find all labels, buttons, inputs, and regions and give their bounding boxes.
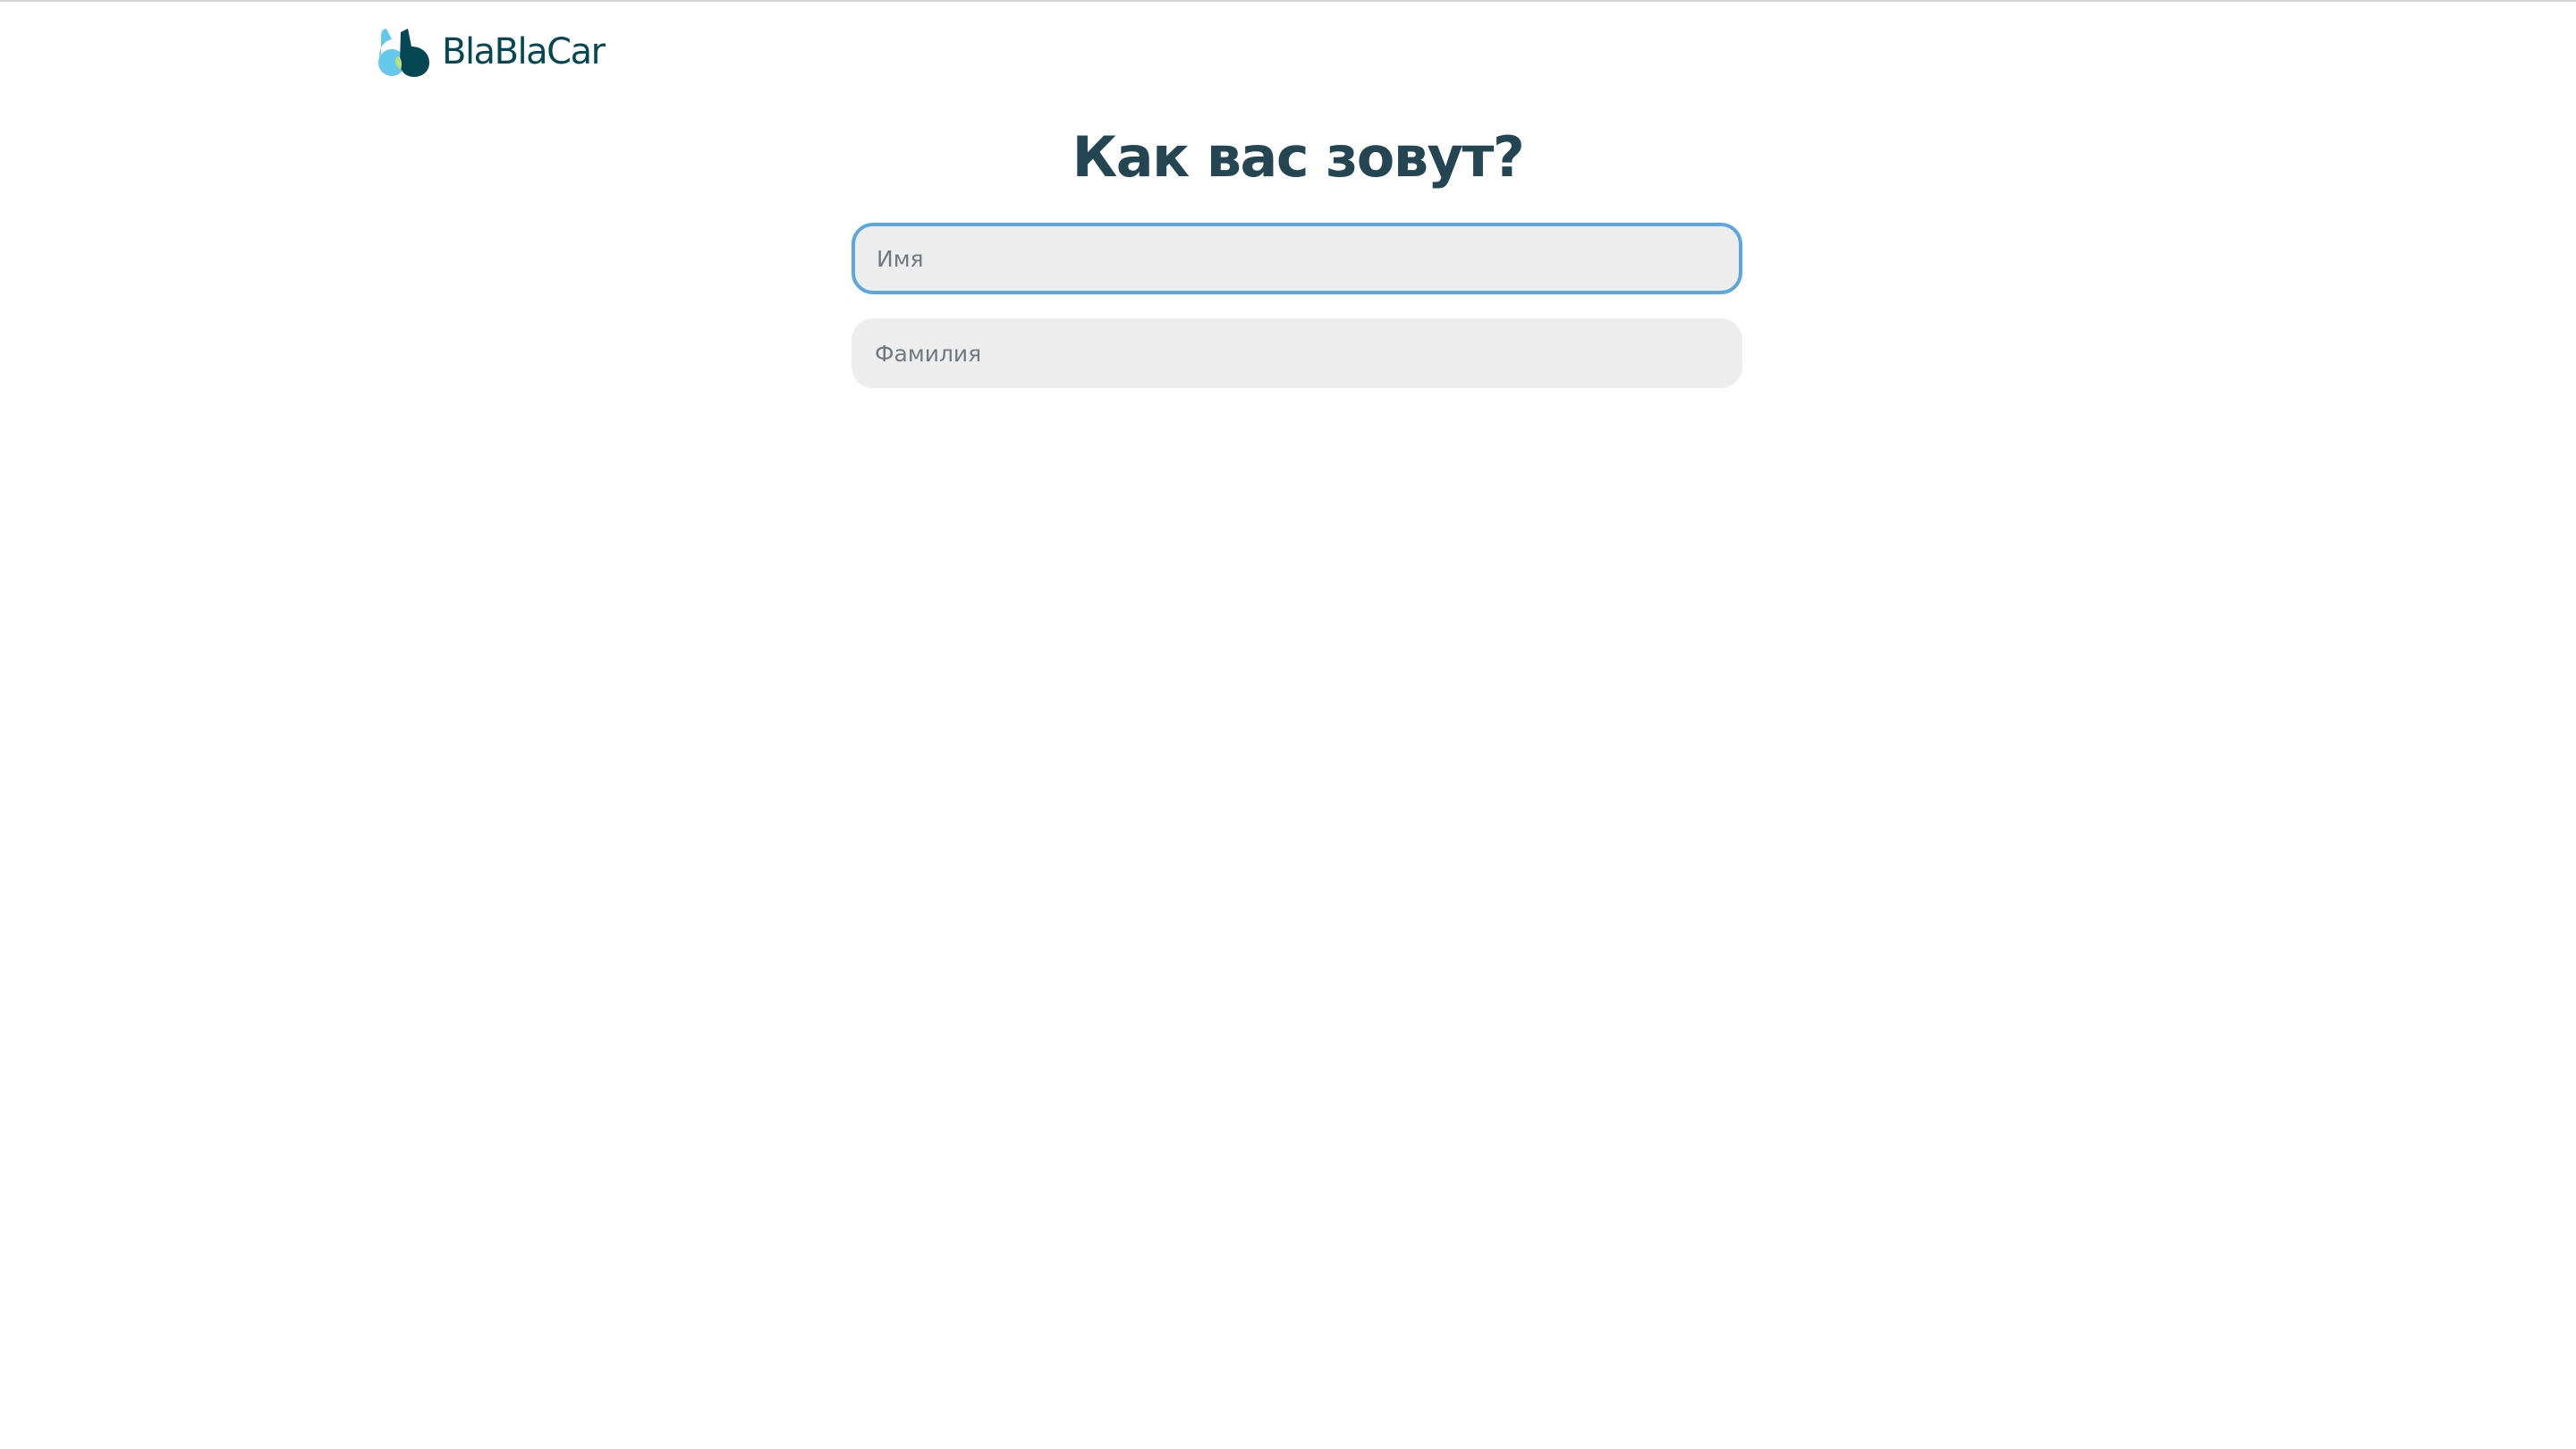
top-divider [0,0,2576,2]
blablacar-logo-icon [378,29,429,77]
first-name-input[interactable] [852,223,1742,294]
brand-logo[interactable]: BlaBlaCar [376,27,606,77]
site-header: BlaBlaCar [376,25,606,79]
page-title: Как вас зовут? [1072,124,1525,190]
last-name-input[interactable] [852,318,1742,388]
brand-name: BlaBlaCar [442,31,606,72]
